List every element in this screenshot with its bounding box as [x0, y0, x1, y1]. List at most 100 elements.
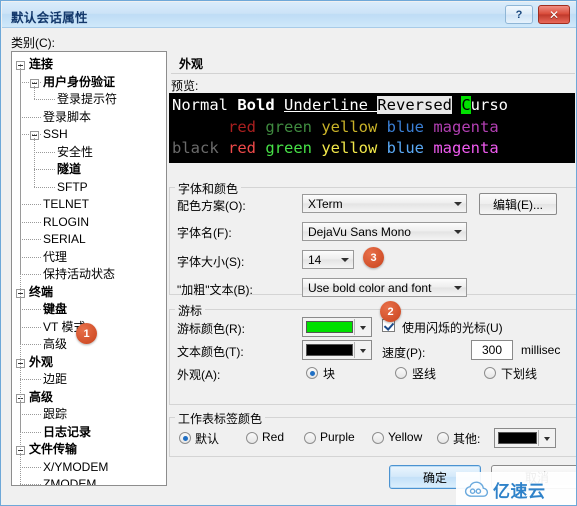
help-button[interactable]: ?: [505, 5, 533, 24]
fontsize-value: 14: [308, 253, 322, 267]
cursor-shape-radio-underline[interactable]: [484, 367, 496, 379]
tab-color-radio-other[interactable]: [437, 432, 449, 444]
preview-text-segment: Reversed: [377, 96, 452, 114]
fontname-combo[interactable]: DejaVu Sans Mono: [302, 222, 467, 241]
tree-item-label: 登录脚本: [43, 109, 92, 124]
tree-item-label: 安全性: [57, 144, 94, 159]
annotation-badge: 2: [380, 301, 401, 322]
tab-color-label-yellow: Yellow: [388, 430, 423, 444]
tree-connector: [34, 169, 55, 170]
tab-color-radio-purple[interactable]: [304, 432, 316, 444]
cursor-color-chip: [306, 321, 353, 333]
tree-connector: [34, 85, 35, 99]
tree-connector: [20, 466, 41, 468]
chevron-down-icon: [341, 258, 349, 262]
preview-text-segment: yellow: [321, 118, 387, 136]
preview-line-1: Normal Bold Underline Reversed Curso: [172, 96, 508, 114]
tree-connector: [20, 221, 41, 223]
tree-connector: [20, 431, 41, 433]
chevron-down-icon: [360, 349, 366, 353]
tree-item-label: 日志记录: [43, 424, 92, 439]
tree-item[interactable]: 外观: [12, 354, 166, 372]
close-icon[interactable]: ✕: [538, 5, 570, 24]
chevron-down-icon: [454, 286, 462, 290]
scheme-combo[interactable]: XTerm: [302, 194, 467, 213]
preview-text-segment: magenta: [433, 118, 499, 136]
tree-item[interactable]: 终端: [12, 284, 166, 302]
tab-color-label-other: 其他:: [453, 432, 481, 446]
tab-color-radio-default[interactable]: [179, 432, 191, 444]
tree-item-label: 高级: [29, 389, 54, 404]
tree-item-label: 隧道: [57, 162, 82, 176]
cursor-color-label: 游标颜色(R):: [177, 322, 245, 336]
tree-connector: [20, 134, 41, 135]
tab-color-label-purple: Purple: [320, 430, 355, 444]
cursor-color-swatch[interactable]: [302, 317, 372, 337]
cursor-appearance-label: 外观(A):: [177, 368, 221, 382]
tree-item[interactable]: 连接: [12, 56, 166, 74]
blink-speed-unit: millisec: [521, 343, 561, 357]
tree-connector: [20, 344, 41, 345]
fontname-label: 字体名(F):: [177, 226, 232, 240]
watermark-text: 亿速云: [493, 482, 546, 501]
tree-connector: [20, 256, 41, 258]
text-color-chip: [306, 344, 353, 356]
tree-item-label: 键盘: [43, 302, 68, 316]
preview-text-segment: black: [172, 139, 228, 157]
tree-item[interactable]: 文件传输: [12, 441, 166, 459]
text-color-swatch[interactable]: [302, 340, 372, 360]
chevron-down-icon: [360, 326, 366, 330]
preview-text-segment: green: [265, 139, 322, 157]
tab-other-color-swatch[interactable]: [494, 428, 556, 448]
blink-speed-input[interactable]: 300: [471, 340, 513, 360]
tree-item-label: TELNET: [43, 197, 90, 211]
tree-item-label: 代理: [43, 249, 68, 264]
tree-connector: [20, 414, 41, 415]
category-tree[interactable]: 连接 用户身份验证 登录提示符 登录脚本 SSH 安全性 隧道 SFTP TELNET RLOGI…: [11, 51, 167, 486]
tab-color-label-default: 默认: [195, 432, 220, 446]
tree-item-label: ZMODEM: [43, 477, 97, 486]
tree-connector: [34, 151, 55, 153]
tree-connector: [20, 204, 41, 205]
scheme-label: 配色方案(O):: [177, 199, 246, 213]
preview-text-segment: [172, 118, 228, 136]
blink-speed-label: 速度(P):: [382, 346, 426, 360]
tree-item-label: 文件传输: [29, 442, 78, 456]
edit-scheme-button[interactable]: 编辑(E)...: [479, 193, 557, 215]
preview-text-segment: blue: [386, 118, 434, 136]
tree-item-label: 登录提示符: [57, 92, 118, 106]
tree-item-label: 高级: [43, 337, 68, 351]
tree-connector: [20, 484, 41, 485]
fontsize-combo[interactable]: 14: [302, 250, 354, 269]
preview-line-3: black red green yellow blue magenta: [172, 139, 499, 157]
tab-color-radio-yellow[interactable]: [372, 432, 384, 444]
bold-text-combo[interactable]: Use bold color and font: [302, 278, 467, 297]
watermark: 亿速云: [456, 472, 576, 505]
tab-color-radio-red[interactable]: [246, 432, 258, 444]
category-label: 类别(C):: [11, 36, 55, 50]
cursor-shape-radio-vline[interactable]: [395, 367, 407, 379]
tab-label: 外观: [179, 57, 204, 71]
bold-text-value: Use bold color and font: [308, 281, 432, 295]
preview-text-segment: Bold: [237, 96, 284, 114]
tree-item-label: 保持活动状态: [43, 267, 116, 281]
tree-connector: [20, 379, 41, 380]
tree-connector: [34, 138, 35, 187]
preview-text-segment: red: [228, 139, 266, 157]
annotation-badge: 1: [76, 323, 97, 344]
text-color-label: 文本颜色(T):: [177, 345, 244, 359]
preview-text-segment: green: [265, 118, 322, 136]
tree-connector: [20, 326, 41, 328]
tree-item-label: SFTP: [57, 179, 88, 194]
tree-item[interactable]: 高级: [12, 389, 166, 407]
cursor-shape-radio-block[interactable]: [306, 367, 318, 379]
dialog-window: 默认会话属性 ? ✕ 类别(C): 连接 用户身份验证 登录提示符 登录脚本 SSH 安全…: [0, 0, 577, 506]
tree-connector: [20, 239, 41, 240]
preview-text-segment: blue: [386, 139, 434, 157]
cursor-shape-label-block: 块: [323, 367, 336, 381]
tree-item-label: 跟踪: [43, 407, 68, 421]
tab-appearance[interactable]: 外观: [171, 51, 575, 74]
chevron-down-icon: [454, 230, 462, 234]
tab-other-color-chip: [498, 432, 537, 444]
tree-item-label: 连接: [29, 57, 54, 71]
